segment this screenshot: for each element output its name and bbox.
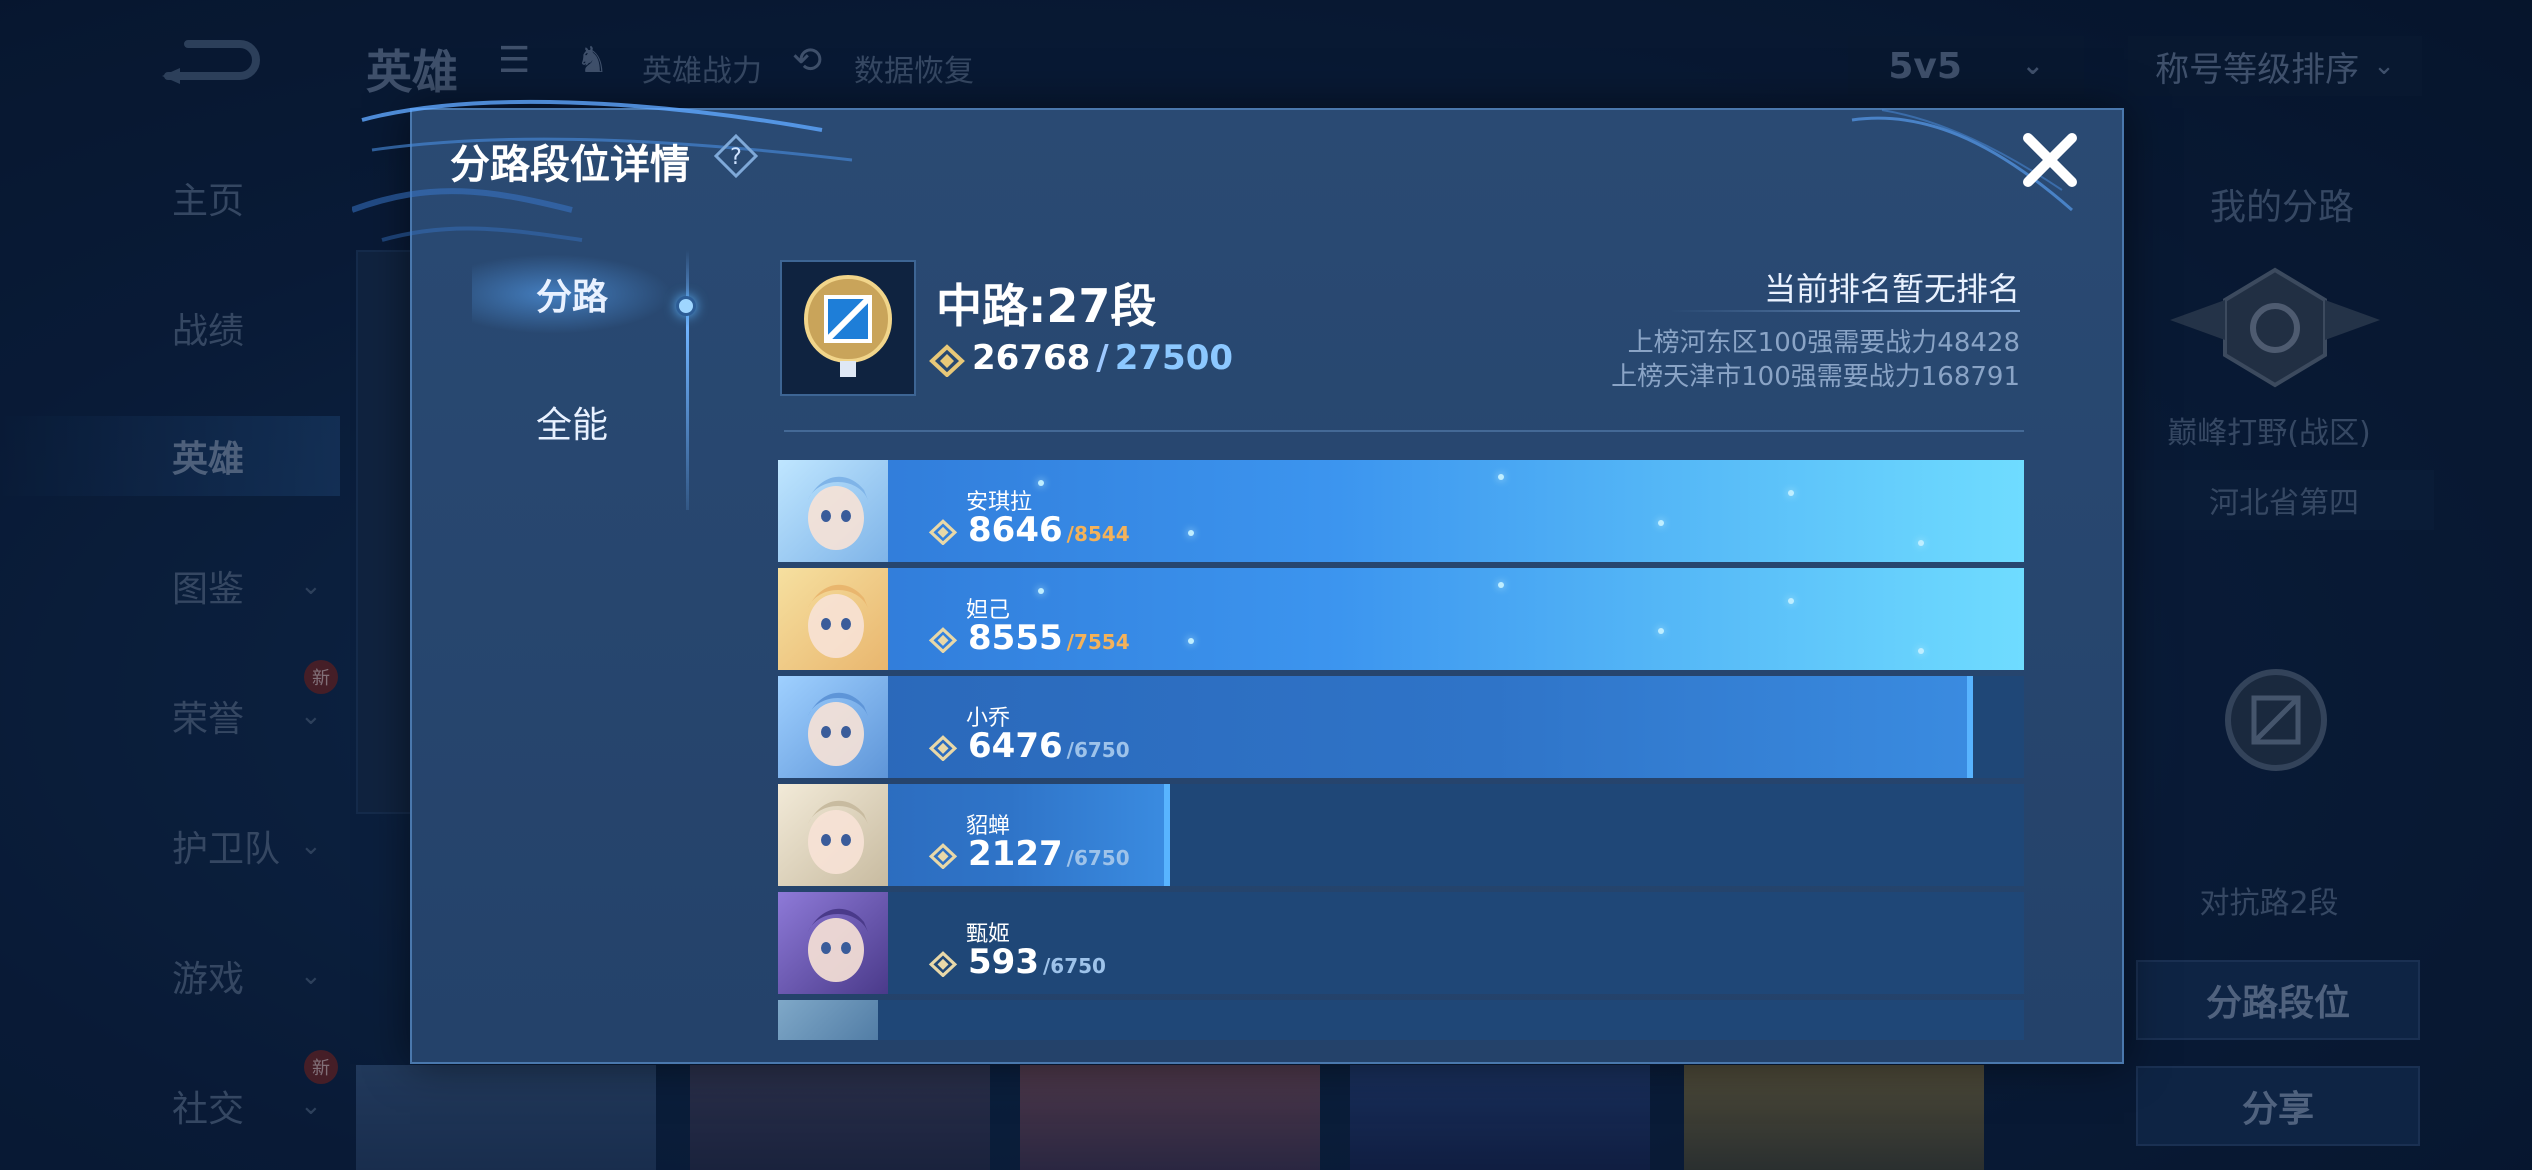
hero-power-stat: 8646/8544 <box>928 510 1130 550</box>
hero-power-stat: 593/6750 <box>928 942 1106 982</box>
rank-divider <box>1670 310 2020 312</box>
hero-row[interactable]: 小乔 6476/6750 <box>778 676 2024 778</box>
tab-allround[interactable]: 全能 <box>472 382 672 462</box>
rank-requirement-city: 上榜天津市100强需要战力168791 <box>1611 362 2020 392</box>
power-icon <box>929 344 965 377</box>
hero-power-value: 8646 <box>968 510 1063 550</box>
hero-row[interactable]: 甄姬 593/6750 <box>778 892 2024 994</box>
hero-power-value: 6476 <box>968 726 1063 766</box>
rank-status: 当前排名暂无排名 <box>1763 270 2020 308</box>
sparkle <box>1918 540 1924 546</box>
hero-power-value: 593 <box>968 942 1039 982</box>
sparkle <box>1498 582 1504 588</box>
tab-rail <box>686 250 689 510</box>
section-divider <box>784 430 2024 432</box>
modal-title: 分路段位详情 <box>450 142 690 188</box>
hero-portrait <box>778 892 888 994</box>
hero-power-list[interactable]: 安琪拉 8646/8544 妲己 8555/7554 小乔 6476/6750 貂蝉 2127… <box>778 460 2024 1040</box>
power-icon <box>928 951 958 977</box>
hero-row[interactable]: 貂蝉 2127/6750 <box>778 784 2024 886</box>
hero-portrait <box>778 568 888 670</box>
power-icon <box>928 843 958 869</box>
help-icon[interactable]: ? <box>714 134 758 178</box>
sparkle <box>1038 588 1044 594</box>
svg-text:?: ? <box>730 145 742 170</box>
sparkle <box>1918 648 1924 654</box>
hero-power-max: /6750 <box>1066 846 1130 870</box>
hero-power-max: /6750 <box>1042 954 1106 978</box>
hero-row[interactable]: 妲己 8555/7554 <box>778 568 2024 670</box>
hero-row[interactable]: 安琪拉 8646/8544 <box>778 460 2024 562</box>
hero-portrait <box>778 1000 878 1040</box>
power-icon <box>928 627 958 653</box>
lane-power-current: 26768 <box>972 338 1091 378</box>
sparkle <box>1498 474 1504 480</box>
sparkle <box>1038 480 1044 486</box>
sparkle <box>1658 628 1664 634</box>
lane-power: 26768/27500 <box>928 338 1233 378</box>
lane-power-separator: / <box>1096 338 1109 378</box>
hero-power-value: 2127 <box>968 834 1063 874</box>
hero-power-max: /8544 <box>1066 522 1130 546</box>
lane-badge <box>780 260 916 396</box>
sparkle <box>1788 490 1794 496</box>
hero-power-value: 8555 <box>968 618 1063 658</box>
hero-portrait <box>778 784 888 886</box>
hero-power-stat: 8555/7554 <box>928 618 1130 658</box>
tab-indicator <box>676 296 696 316</box>
sparkle <box>1188 638 1194 644</box>
sparkle <box>1188 530 1194 536</box>
sparkle <box>1658 520 1664 526</box>
mid-lane-badge-icon <box>803 274 893 377</box>
power-icon <box>928 735 958 761</box>
hero-row-partial[interactable] <box>778 1000 2024 1040</box>
hero-portrait <box>778 460 888 562</box>
hero-portrait <box>778 676 888 778</box>
hero-power-stat: 2127/6750 <box>928 834 1130 874</box>
hero-power-max: /6750 <box>1066 738 1130 762</box>
lane-rank-title: 中路:27段 <box>936 279 1157 333</box>
close-icon[interactable] <box>2018 128 2082 192</box>
rank-requirement-district: 上榜河东区100强需要战力48428 <box>1627 328 2020 358</box>
hero-power-max: /7554 <box>1066 630 1130 654</box>
sparkle <box>1788 598 1794 604</box>
lane-rank-detail-modal: 分路段位详情 ? 分路 全能 中路:27段 26768/27500 当前排名暂无… <box>352 99 2124 1064</box>
power-icon <box>928 519 958 545</box>
hero-power-stat: 6476/6750 <box>928 726 1130 766</box>
tab-lane[interactable]: 分路 <box>472 254 672 334</box>
lane-power-max: 27500 <box>1114 338 1234 378</box>
